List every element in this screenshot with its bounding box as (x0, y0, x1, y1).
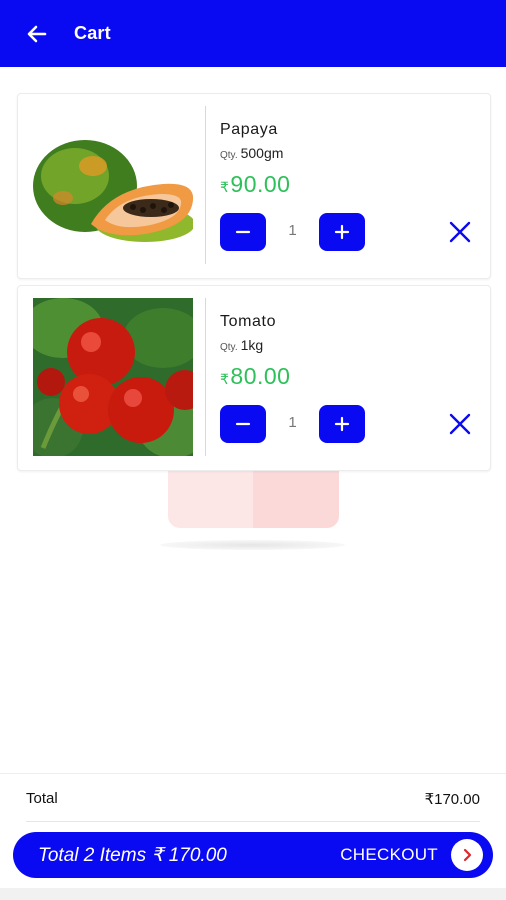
decrease-quantity-button[interactable] (220, 213, 266, 251)
cart-item: Papaya Qty. 500gm ₹90.00 1 (17, 93, 491, 279)
product-name: Papaya (220, 121, 278, 138)
checkout-label: CHECKOUT (340, 845, 438, 864)
product-quantity: Qty. 1kg (220, 337, 264, 353)
minus-icon (235, 230, 251, 234)
cart-item: Tomato Qty. 1kg ₹80.00 1 (17, 285, 491, 471)
increase-quantity-button[interactable] (319, 405, 365, 443)
increase-quantity-button[interactable] (319, 213, 365, 251)
remove-item-button[interactable] (448, 220, 472, 244)
total-value: ₹170.00 (424, 791, 480, 808)
quantity-count: 1 (288, 222, 297, 239)
total-divider (26, 821, 480, 822)
chevron-right-icon (451, 839, 483, 871)
product-name: Tomato (220, 313, 277, 330)
plus-icon (334, 224, 350, 240)
bottom-strip (0, 888, 506, 900)
minus-icon (235, 422, 251, 426)
product-quantity: Qty. 500gm (220, 145, 284, 161)
decrease-quantity-button[interactable] (220, 405, 266, 443)
product-price: ₹80.00 (220, 363, 291, 389)
divider (205, 298, 206, 456)
quantity-count: 1 (288, 414, 297, 431)
close-icon (449, 221, 471, 243)
checkout-button[interactable]: Total 2 Items ₹ 170.00 CHECKOUT (13, 832, 493, 878)
checkout-summary: Total 2 Items ₹ 170.00 (38, 844, 227, 866)
page-title: Cart (74, 23, 111, 43)
back-button[interactable] (25, 22, 49, 46)
app-bar: Cart (0, 0, 506, 67)
remove-item-button[interactable] (448, 412, 472, 436)
footer-divider (0, 773, 506, 774)
tomato-image (33, 298, 193, 456)
product-price: ₹90.00 (220, 171, 291, 197)
total-label: Total (26, 790, 58, 807)
papaya-image (33, 106, 193, 264)
plus-icon (334, 416, 350, 432)
divider (205, 106, 206, 264)
empty-cart-illustration (168, 468, 339, 528)
close-icon (449, 413, 471, 435)
arrow-left-icon (27, 25, 47, 42)
illustration-shadow (160, 540, 345, 550)
